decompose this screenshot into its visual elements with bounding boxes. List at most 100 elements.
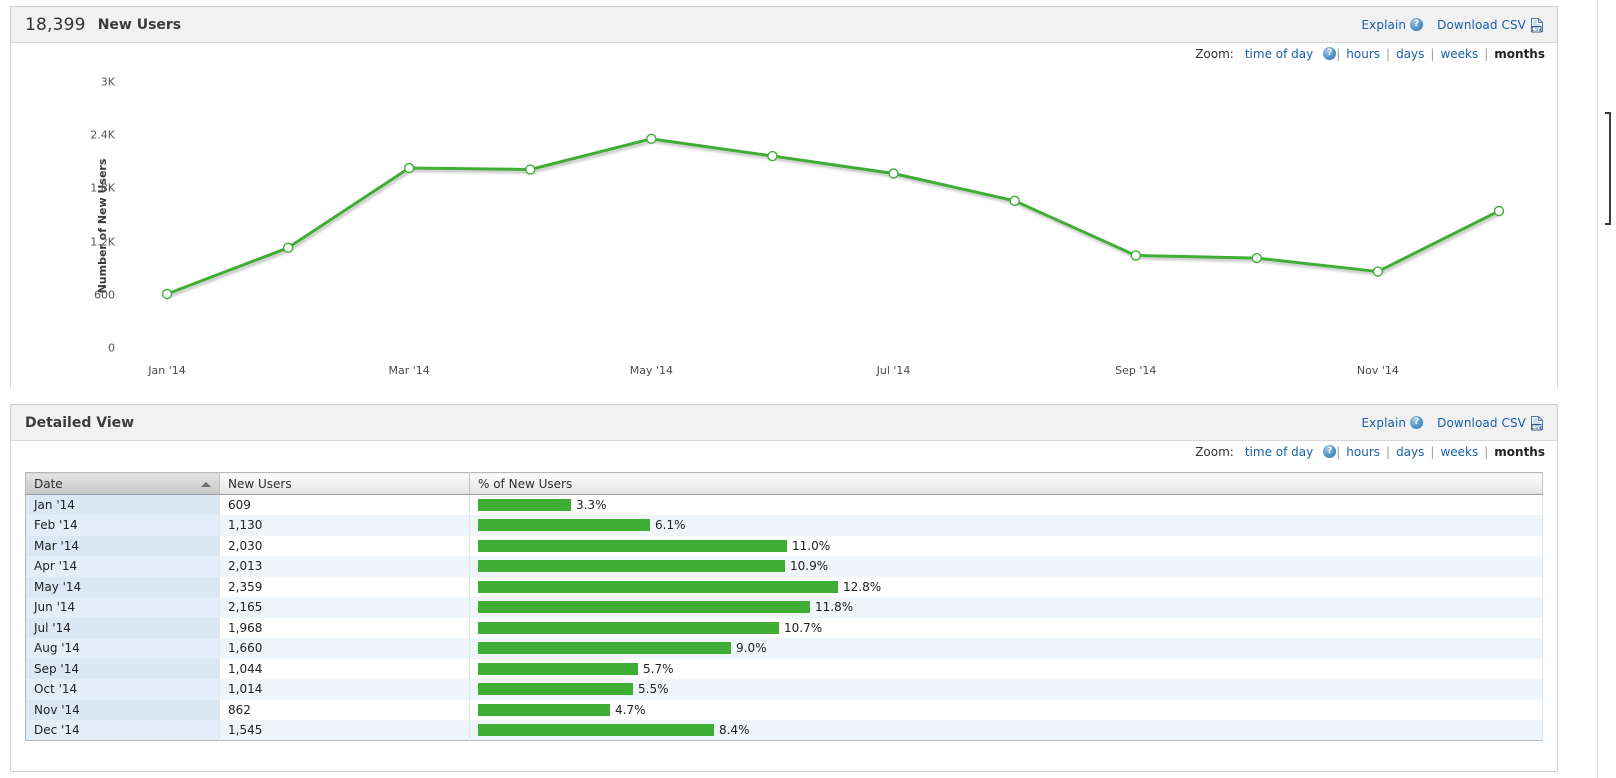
cell-pct-new-users: 8.4% <box>469 720 1543 741</box>
table-row[interactable]: Jan '14 609 3.3% <box>25 494 1543 515</box>
zoom-link-hours[interactable]: hours <box>1340 445 1386 459</box>
x-axis-tick-label: Jan '14 <box>148 364 186 377</box>
cell-new-users: 2,030 <box>219 535 470 556</box>
detailed-table-wrap: Date New Users % of New Users Jan '14 609… <box>11 462 1557 741</box>
table-row[interactable]: Nov '14 862 4.7% <box>25 699 1543 720</box>
data-point-marker[interactable] <box>403 162 415 174</box>
pct-bar-label: 3.3% <box>576 498 607 512</box>
table-row[interactable]: May '14 2,359 12.8% <box>25 576 1543 598</box>
pct-bar-cell: 12.8% <box>478 577 1534 598</box>
pct-bar <box>478 601 810 614</box>
column-header-date-label: Date <box>34 476 63 491</box>
zoom-link-hours[interactable]: hours <box>1340 47 1386 61</box>
pct-bar-label: 12.8% <box>843 579 882 594</box>
zoom-link-weeks[interactable]: weeks <box>1434 445 1484 459</box>
table-row[interactable]: Jul '14 1,968 10.7% <box>25 617 1543 639</box>
column-header-pct-new-users[interactable]: % of New Users <box>469 472 1543 495</box>
x-axis-tick-label: Mar '14 <box>388 364 430 377</box>
cell-new-users: 2,165 <box>219 597 470 618</box>
analytics-page: 18,399 New Users Explain ? Download CSV <box>0 0 1616 778</box>
pct-bar <box>478 580 838 593</box>
pct-bar <box>478 724 714 736</box>
svg-text:CSV: CSV <box>1531 27 1542 33</box>
table-row[interactable]: Jun '14 2,165 11.8% <box>25 597 1543 618</box>
detail-header-actions: Explain ? Download CSV CSV <box>1361 415 1545 431</box>
table-body: Jan '14 609 3.3% Feb '14 1,130 6.1% Mar '14 2,0… <box>25 494 1543 741</box>
pct-bar <box>478 499 571 511</box>
zoom-link-weeks[interactable]: weeks <box>1434 47 1484 61</box>
data-point-marker[interactable] <box>1251 252 1263 264</box>
data-point-marker[interactable] <box>646 133 657 145</box>
download-csv-action[interactable]: Download CSV CSV <box>1437 17 1545 33</box>
zoom-help-icon[interactable]: ? <box>1323 445 1337 458</box>
y-axis-tick-label: 1.2K <box>90 235 115 249</box>
zoom-option-time-of-day[interactable]: time of day ? <box>1239 445 1337 459</box>
table-row[interactable]: Oct '14 1,014 5.5% <box>25 679 1543 700</box>
series-svg <box>161 133 1505 300</box>
zoom-link-months[interactable]: months <box>1488 445 1545 459</box>
zoom-label: Zoom: <box>1195 46 1234 61</box>
table-row[interactable]: Aug '14 1,660 9.0% <box>25 638 1543 659</box>
zoom-link-time-of-day[interactable]: time of day <box>1239 445 1319 459</box>
x-axis-tick-label: Nov '14 <box>1356 364 1399 377</box>
explain-action[interactable]: Explain ? <box>1361 416 1424 430</box>
pct-bar-label: 10.7% <box>784 620 823 635</box>
x-axis-tick-label: Sep '14 <box>1115 364 1157 377</box>
cell-new-users: 862 <box>219 699 470 720</box>
column-header-new-users[interactable]: New Users <box>219 472 470 495</box>
right-panel-divider <box>1597 0 1598 778</box>
data-point-marker[interactable] <box>161 288 173 300</box>
cell-date: Aug '14 <box>25 638 220 659</box>
cell-pct-new-users: 5.7% <box>469 658 1543 679</box>
pct-bar <box>478 662 638 675</box>
detail-zoom-bar: Zoom: time of day ? | hours | days | wee… <box>11 441 1557 462</box>
data-point-marker[interactable] <box>1130 250 1141 261</box>
cell-date: Apr '14 <box>25 556 220 577</box>
pct-bar-cell: 6.1% <box>478 515 1534 536</box>
column-header-date[interactable]: Date <box>25 472 220 495</box>
zoom-link-months[interactable]: months <box>1488 47 1545 61</box>
explain-action[interactable]: Explain ? <box>1361 18 1424 32</box>
download-csv-link[interactable]: Download CSV <box>1437 416 1526 430</box>
zoom-link-time-of-day[interactable]: time of day <box>1239 47 1319 61</box>
explain-link[interactable]: Explain <box>1361 416 1406 430</box>
pct-bar-label: 8.4% <box>719 723 750 737</box>
cell-date: Jun '14 <box>25 597 220 618</box>
zoom-option-time-of-day[interactable]: time of day ? <box>1239 47 1337 61</box>
cell-pct-new-users: 9.0% <box>469 638 1543 659</box>
data-point-marker[interactable] <box>1493 205 1505 217</box>
data-point-marker[interactable] <box>282 242 294 254</box>
table-row[interactable]: Apr '14 2,013 10.9% <box>25 556 1543 577</box>
cell-pct-new-users: 10.9% <box>469 556 1543 577</box>
help-icon[interactable]: ? <box>1410 18 1424 31</box>
zoom-link-days[interactable]: days <box>1390 47 1430 61</box>
zoom-help-icon[interactable]: ? <box>1323 47 1337 60</box>
cell-date: Jan '14 <box>25 494 220 515</box>
data-point-marker[interactable] <box>525 164 536 175</box>
data-point-marker[interactable] <box>1372 266 1384 277</box>
detailed-view-panel: Detailed View Explain ? Download CSV CSV… <box>10 404 1558 772</box>
pct-bar-cell: 10.7% <box>478 618 1534 639</box>
cell-pct-new-users: 11.8% <box>469 597 1543 618</box>
data-point-marker[interactable] <box>888 168 899 179</box>
x-axis-tick-label: Jul '14 <box>876 364 911 377</box>
download-csv-action[interactable]: Download CSV CSV <box>1437 415 1545 431</box>
y-axis-tick-label: 3K <box>100 75 115 89</box>
help-icon[interactable]: ? <box>1410 416 1424 429</box>
csv-file-icon[interactable]: CSV <box>1529 17 1545 33</box>
zoom-link-days[interactable]: days <box>1390 445 1430 459</box>
chart-zoom-links: time of day ? | hours | days | weeks | m… <box>1239 47 1545 61</box>
table-row[interactable]: Mar '14 2,030 11.0% <box>25 535 1543 556</box>
download-csv-link[interactable]: Download CSV <box>1437 18 1526 32</box>
pct-bar-cell: 8.4% <box>478 720 1534 740</box>
explain-link[interactable]: Explain <box>1361 18 1406 32</box>
data-point-marker[interactable] <box>767 150 778 162</box>
table-header-row: Date New Users % of New Users <box>25 472 1543 495</box>
table-row[interactable]: Sep '14 1,044 5.7% <box>25 658 1543 679</box>
data-point-marker[interactable] <box>1009 195 1020 207</box>
vertical-scrollbar-handle[interactable] <box>1605 112 1611 225</box>
table-row[interactable]: Feb '14 1,130 6.1% <box>25 515 1543 536</box>
csv-file-icon[interactable]: CSV <box>1529 415 1545 431</box>
y-axis-tick-label: 0 <box>108 341 115 355</box>
table-row[interactable]: Dec '14 1,545 8.4% <box>25 720 1543 741</box>
